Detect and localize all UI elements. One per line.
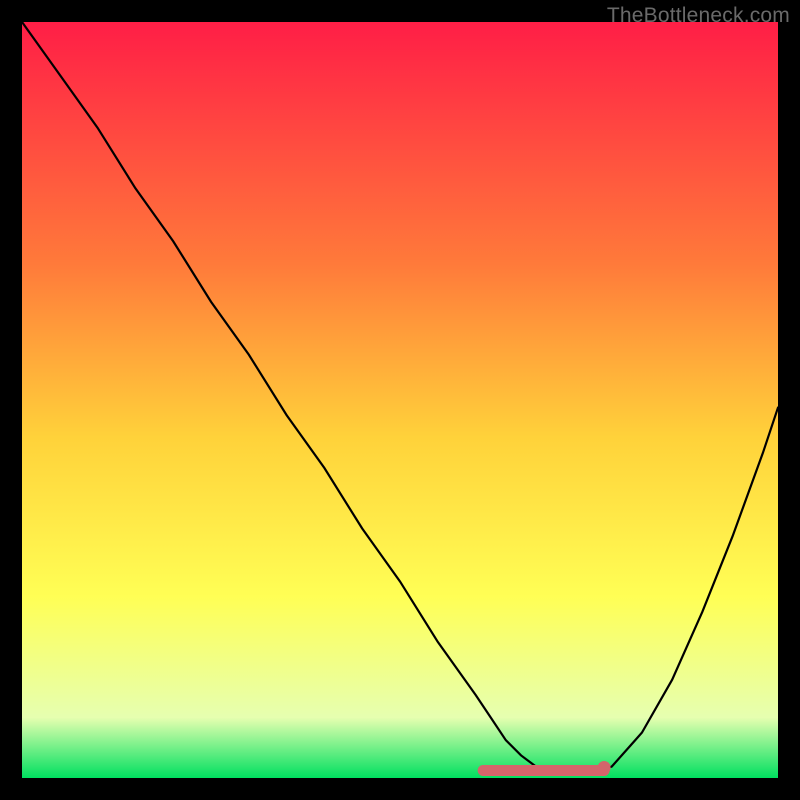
chart-frame: TheBottleneck.com: [0, 0, 800, 800]
minimum-marker-dot: [598, 761, 611, 774]
gradient-background: [22, 22, 778, 778]
plot-area: [22, 22, 778, 778]
chart-svg: [22, 22, 778, 778]
watermark: TheBottleneck.com: [607, 4, 790, 28]
